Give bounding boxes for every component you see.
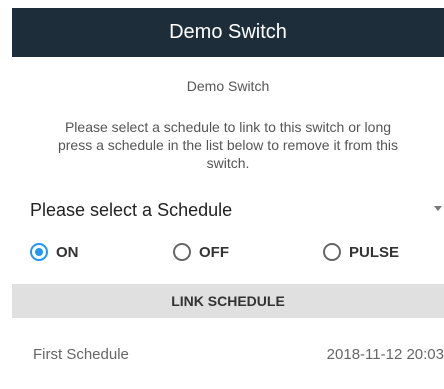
radio-pulse-label: PULSE bbox=[349, 243, 400, 261]
switch-name: Demo Switch bbox=[186, 78, 270, 94]
schedule-name: First Schedule bbox=[33, 345, 129, 363]
radio-off[interactable]: OFF bbox=[173, 243, 229, 261]
dropdown-arrow-icon[interactable] bbox=[434, 206, 442, 211]
radio-on-label: ON bbox=[56, 243, 79, 261]
mode-radio-group: ON OFF PULSE bbox=[30, 243, 444, 267]
radio-on-icon[interactable] bbox=[30, 243, 48, 261]
page-title: Demo Switch bbox=[169, 21, 287, 43]
radio-pulse-icon[interactable] bbox=[323, 243, 341, 261]
app-header: Demo Switch bbox=[12, 8, 444, 57]
list-item[interactable]: First Schedule 2018-11-12 20:03 bbox=[12, 336, 444, 372]
radio-pulse[interactable]: PULSE bbox=[323, 243, 399, 261]
schedule-select[interactable]: Please select a Schedule bbox=[30, 196, 444, 224]
radio-on[interactable]: ON bbox=[30, 243, 79, 261]
radio-off-label: OFF bbox=[199, 243, 229, 261]
radio-off-icon[interactable] bbox=[173, 243, 191, 261]
schedule-select-label: Please select a Schedule bbox=[30, 199, 233, 220]
link-schedule-button[interactable]: LINK SCHEDULE bbox=[12, 284, 444, 318]
schedule-date: 2018-11-12 20:03 bbox=[326, 345, 444, 363]
instructions-text: Please select a schedule to link to this… bbox=[57, 119, 399, 171]
